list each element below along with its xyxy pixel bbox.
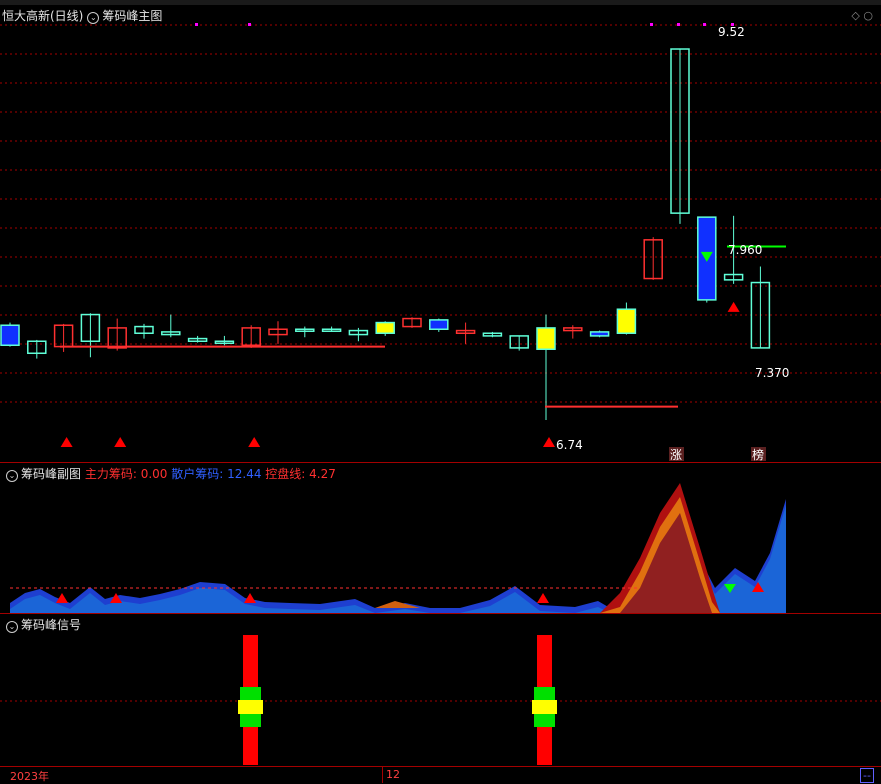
buy-arrow xyxy=(60,437,73,447)
candle-body xyxy=(429,319,449,330)
marker-dot xyxy=(703,23,706,26)
sub-buy-arrow xyxy=(244,593,256,603)
resistance-price-label: 7.960 xyxy=(728,243,762,257)
year-label: 2023年 xyxy=(10,770,49,783)
sub-buy-arrow xyxy=(537,593,549,603)
candle-body xyxy=(536,327,556,351)
badge-text: 榜 xyxy=(752,447,764,462)
marker-dot xyxy=(195,23,198,26)
signal-bar-yellow xyxy=(532,700,557,714)
candle-body xyxy=(375,321,395,334)
marker-dot xyxy=(650,23,653,26)
main-chip-value: 主力筹码: 0.00 xyxy=(84,467,168,481)
marker-dot xyxy=(248,23,251,26)
sub-dropdown-icon[interactable]: ⌄ xyxy=(6,470,18,482)
high-price-label: 9.52 xyxy=(718,25,745,39)
signal-panel-title: ⌄ 筹码峰信号 xyxy=(2,616,81,633)
badge-text: 涨 xyxy=(670,447,682,462)
retail-chip-value: 散户筹码: 12.44 xyxy=(171,467,262,481)
buy-arrow xyxy=(248,437,261,447)
candle-body xyxy=(616,308,637,334)
signal-dropdown-icon[interactable]: ⌄ xyxy=(6,621,18,633)
sub-panel-title: ⌄ 筹码峰副图 主力筹码: 0.00 散户筹码: 12.44 控盘线: 4.27 xyxy=(2,465,336,482)
chip-area-chart[interactable] xyxy=(0,463,881,613)
mid-price-label: 7.370 xyxy=(755,366,789,380)
control-line-value: 控盘线: 4.27 xyxy=(265,467,336,481)
main-chart-panel[interactable]: 恒大高新(日线) ⌄ 筹码峰主图 ◇ ○ 9.52 7.960 7.370 6.74 涨榜 xyxy=(0,5,881,463)
signal-chart xyxy=(0,635,881,765)
main-indicator-name[interactable]: 筹码峰主图 xyxy=(102,9,162,23)
sub-buy-arrow xyxy=(56,593,68,603)
sub-indicator-name[interactable]: 筹码峰副图 xyxy=(21,467,81,481)
buy-arrow xyxy=(543,437,555,447)
time-axis: 2023年 12 -- xyxy=(0,766,881,784)
main-panel-title: 恒大高新(日线) ⌄ 筹码峰主图 xyxy=(2,7,162,24)
signal-indicator-name[interactable]: 筹码峰信号 xyxy=(21,618,81,632)
sub-chart-panel[interactable]: ⌄ 筹码峰副图 主力筹码: 0.00 散户筹码: 12.44 控盘线: 4.27 xyxy=(0,463,881,614)
right-marker[interactable]: -- xyxy=(860,768,874,783)
month-label: 12 xyxy=(386,768,400,781)
low-price-label: 6.74 xyxy=(556,438,583,452)
candle-body xyxy=(589,331,610,337)
stock-title: 恒大高新(日线) xyxy=(2,9,84,23)
indicator-dropdown-icon[interactable]: ⌄ xyxy=(87,12,100,24)
candlestick-chart[interactable]: 9.52 7.960 7.370 6.74 涨 榜 xyxy=(0,5,881,462)
candle-body xyxy=(0,324,20,346)
signal-panel[interactable]: ⌄ 筹码峰信号 xyxy=(0,614,881,767)
marker-dot xyxy=(677,23,680,26)
signal-bar-yellow xyxy=(238,700,263,714)
buy-arrow xyxy=(727,301,740,312)
buy-arrow xyxy=(114,437,127,447)
main-chip-bump xyxy=(375,601,420,608)
